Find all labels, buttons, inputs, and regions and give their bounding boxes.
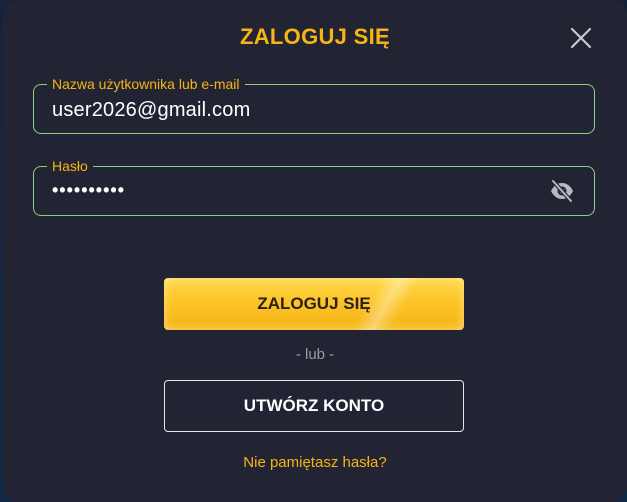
modal-title: ZALOGUJ SIĘ bbox=[240, 24, 390, 49]
close-icon[interactable] bbox=[569, 26, 593, 50]
password-input[interactable]: •••••••••• bbox=[52, 178, 125, 202]
login-button[interactable]: ZALOGUJ SIĘ bbox=[164, 278, 464, 330]
username-input[interactable]: user2026@gmail.com bbox=[52, 98, 250, 122]
login-button-label: ZALOGUJ SIĘ bbox=[257, 294, 371, 313]
password-label: Hasło bbox=[47, 157, 93, 175]
create-account-button[interactable]: UTWÓRZ KONTO bbox=[164, 380, 464, 432]
username-field[interactable]: Nazwa użytkownika lub e-mail user2026@gm… bbox=[33, 75, 595, 134]
login-modal: ZALOGUJ SIĘ Nazwa użytkownika lub e-mail… bbox=[3, 0, 627, 502]
password-field[interactable]: Hasło •••••••••• bbox=[33, 157, 595, 216]
eye-slash-icon[interactable] bbox=[549, 179, 575, 203]
or-divider: - lub - bbox=[295, 346, 335, 363]
username-label: Nazwa użytkownika lub e-mail bbox=[47, 75, 245, 93]
forgot-password-link[interactable]: Nie pamiętasz hasła? bbox=[3, 454, 627, 471]
